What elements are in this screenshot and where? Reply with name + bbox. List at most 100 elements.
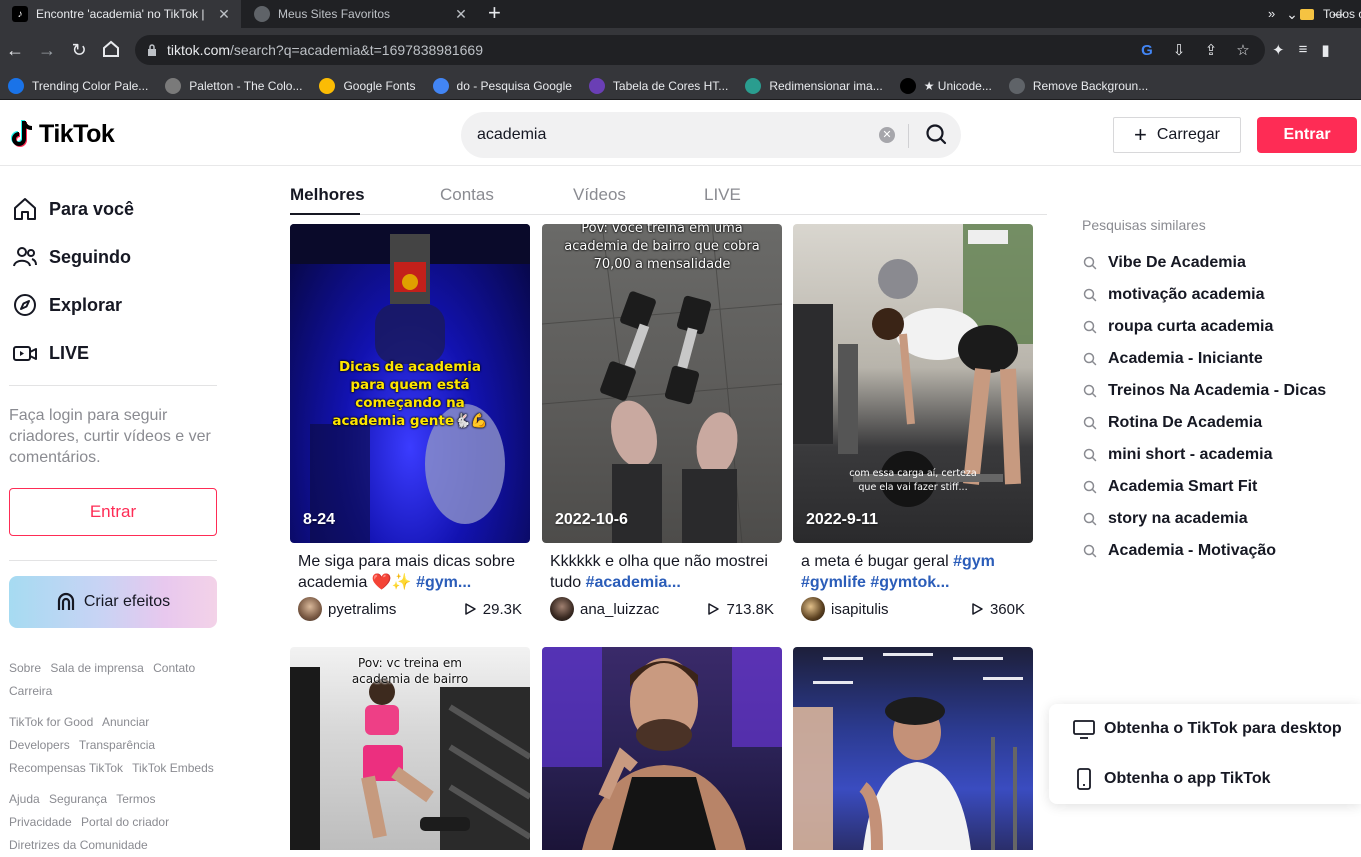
- nav-for-you[interactable]: Para você: [12, 196, 134, 222]
- login-hint: Faça login para seguir criadores, curtir…: [9, 407, 211, 466]
- new-tab-button[interactable]: +: [488, 1, 501, 25]
- video-thumbnail[interactable]: com essa carga aí, certeza que ela vai f…: [793, 224, 1033, 543]
- related-search-item[interactable]: Treinos Na Academia - Dicas: [1082, 382, 1326, 400]
- related-search-item[interactable]: Academia Smart Fit: [1082, 478, 1257, 496]
- avatar[interactable]: [550, 597, 574, 621]
- sidepanel-icon[interactable]: ▮: [1321, 41, 1329, 59]
- compass-icon: [14, 294, 36, 316]
- video-thumbnail[interactable]: [793, 647, 1033, 850]
- tab-videos[interactable]: Vídeos: [573, 185, 626, 205]
- username-link[interactable]: pyetralims: [328, 601, 463, 618]
- share-icon[interactable]: ⇪: [1201, 41, 1221, 59]
- nav-live[interactable]: LIVE: [12, 340, 89, 366]
- tiktok-logo[interactable]: TikTok: [9, 119, 115, 149]
- username-link[interactable]: isapitulis: [831, 601, 970, 618]
- related-search-item[interactable]: Academia - Iniciante: [1082, 350, 1263, 368]
- google-lens-icon[interactable]: G: [1137, 42, 1157, 59]
- tab-top[interactable]: Melhores: [290, 185, 365, 205]
- username-link[interactable]: ana_luizzac: [580, 601, 706, 618]
- bookmark-item[interactable]: Redimensionar ima...: [745, 77, 883, 94]
- search-box: ✕: [461, 112, 961, 158]
- video-date: 2022-10-6: [555, 511, 628, 528]
- avatar[interactable]: [298, 597, 322, 621]
- extensions-icon[interactable]: ✦: [1272, 41, 1285, 59]
- footer-link[interactable]: Privacidade: [9, 815, 72, 829]
- footer-link[interactable]: Developers: [9, 738, 70, 752]
- bookmark-item[interactable]: Paletton - The Colo...: [165, 77, 302, 94]
- footer-link[interactable]: Sobre: [9, 661, 41, 675]
- site-info-icon[interactable]: [147, 44, 157, 56]
- footer-link[interactable]: Segurança: [49, 792, 107, 806]
- nav-following[interactable]: Seguindo: [12, 244, 131, 270]
- related-search-item[interactable]: mini short - academia: [1082, 446, 1273, 464]
- bookmark-item[interactable]: Remove Backgroun...: [1008, 77, 1148, 94]
- bookmark-item[interactable]: ★ Unicode...: [899, 77, 992, 94]
- upload-button[interactable]: + Carregar: [1113, 117, 1241, 153]
- bookmark-item[interactable]: do - Pesquisa Google: [432, 77, 572, 94]
- tab-close-icon[interactable]: ✕: [452, 6, 470, 23]
- install-icon[interactable]: ⇩: [1169, 41, 1189, 59]
- footer-link[interactable]: Recompensas TikTok: [9, 761, 123, 775]
- footer-link[interactable]: Portal do criador: [81, 815, 169, 829]
- bookmark-item[interactable]: Google Fonts: [319, 77, 416, 94]
- video-caption[interactable]: Kkkkkk e olha que não mostrei tudo #acad…: [550, 551, 778, 593]
- create-effects-button[interactable]: Criar efeitos: [9, 576, 217, 628]
- bookmark-star-icon[interactable]: ☆: [1233, 41, 1253, 59]
- get-mobile-app-link[interactable]: Obtenha o app TikTok: [1073, 768, 1271, 790]
- bookmark-item[interactable]: Tabela de Cores HT...: [588, 77, 728, 94]
- footer-link[interactable]: TikTok for Good: [9, 715, 93, 729]
- video-thumbnail[interactable]: Dicas de academia para quem está começan…: [290, 224, 530, 543]
- hashtag-link[interactable]: #academia...: [586, 574, 681, 591]
- video-thumbnail[interactable]: [542, 647, 782, 850]
- tiktok-header: TikTok ✕ + Carregar Entrar: [0, 101, 1361, 166]
- back-icon[interactable]: ←: [4, 39, 26, 61]
- sidebar-login-button[interactable]: Entrar: [9, 488, 217, 536]
- home-browser-icon[interactable]: [100, 39, 122, 61]
- related-search-item[interactable]: motivação academia: [1082, 286, 1265, 304]
- hashtag-link[interactable]: #gym...: [416, 574, 471, 591]
- browser-tab[interactable]: Meus Sites Favoritos ✕: [242, 0, 478, 28]
- bookmarks-folder[interactable]: Todos o: [1300, 7, 1361, 21]
- avatar[interactable]: [801, 597, 825, 621]
- forward-icon[interactable]: →: [36, 39, 58, 61]
- footer-link[interactable]: Carreira: [9, 684, 52, 698]
- footer-link[interactable]: Transparência: [79, 738, 155, 752]
- related-search-item[interactable]: Academia - Motivação: [1082, 542, 1276, 560]
- related-search-item[interactable]: Rotina De Academia: [1082, 414, 1262, 432]
- video-caption[interactable]: Me siga para mais dicas sobre academia ❤…: [298, 551, 526, 593]
- related-search-item[interactable]: roupa curta academia: [1082, 318, 1273, 336]
- get-desktop-app-link[interactable]: Obtenha o TikTok para desktop: [1073, 718, 1342, 740]
- bookmarks-overflow-icon[interactable]: »: [1268, 6, 1275, 21]
- video-thumbnail[interactable]: Pov: vc treina em academia de bairro: [290, 647, 530, 850]
- tab-title: Encontre 'academia' no TikTok |: [36, 7, 205, 21]
- related-search-item[interactable]: Vibe De Academia: [1082, 254, 1246, 272]
- bookmark-item[interactable]: Trending Color Pale...: [8, 77, 148, 94]
- video-caption[interactable]: a meta é bugar geral #gym #gymlife #gymt…: [801, 551, 1029, 593]
- search-button[interactable]: [913, 112, 961, 158]
- folder-icon: [1300, 8, 1314, 20]
- footer-links-group: Ajuda Segurança Termos Privacidade Porta…: [9, 788, 224, 857]
- footer-link[interactable]: TikTok Embeds: [132, 761, 214, 775]
- login-button[interactable]: Entrar: [1257, 117, 1357, 153]
- tab-accounts[interactable]: Contas: [440, 185, 494, 205]
- related-search-item[interactable]: story na academia: [1082, 510, 1248, 528]
- media-icon[interactable]: ≡: [1299, 41, 1308, 59]
- tab-close-icon[interactable]: ✕: [215, 6, 233, 23]
- video-overlay-text: Dicas de academia para quem está começan…: [332, 359, 488, 429]
- browser-tabstrip: ♪ Encontre 'academia' no TikTok | ✕ Meus…: [0, 0, 1361, 28]
- tab-live[interactable]: LIVE: [704, 185, 741, 205]
- footer-link[interactable]: Termos: [116, 792, 155, 806]
- nav-explore[interactable]: Explorar: [12, 292, 122, 318]
- video-thumbnail[interactable]: Pov: você treina em uma academia de bair…: [542, 224, 782, 543]
- footer-link[interactable]: Anunciar: [102, 715, 149, 729]
- address-bar[interactable]: tiktok.com/search?q=academia&t=169783898…: [135, 35, 1265, 65]
- search-icon: [1083, 256, 1097, 270]
- search-separator: [908, 124, 909, 148]
- footer-link[interactable]: Contato: [153, 661, 195, 675]
- clear-search-icon[interactable]: ✕: [879, 127, 895, 143]
- search-input[interactable]: [477, 126, 857, 144]
- browser-tab-active[interactable]: ♪ Encontre 'academia' no TikTok | ✕: [0, 0, 241, 28]
- reload-icon[interactable]: ↻: [68, 39, 90, 61]
- footer-link[interactable]: Sala de imprensa: [50, 661, 143, 675]
- footer-link[interactable]: Ajuda: [9, 792, 40, 806]
